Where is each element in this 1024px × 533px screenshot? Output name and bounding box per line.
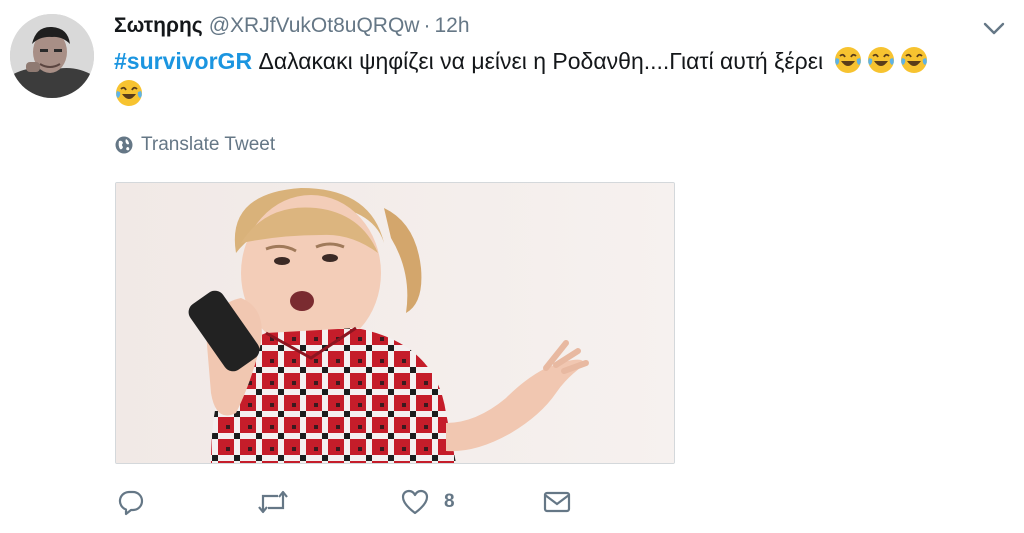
tweet-header: Σωτηρης @XRJfVukOt8uQRQw · 12h [114, 13, 470, 39]
envelope-icon [543, 491, 571, 513]
tweet-media-image[interactable] [115, 182, 675, 464]
globe-icon [115, 136, 133, 154]
chevron-down-icon[interactable] [982, 18, 1006, 38]
author-handle[interactable]: @XRJfVukOt8uQRQw [209, 14, 420, 37]
translate-tweet-link[interactable]: Translate Tweet [114, 134, 275, 156]
separator-dot: · [423, 14, 431, 37]
photo-girl-with-phone [116, 183, 674, 463]
translate-label: Translate Tweet [141, 134, 276, 155]
tweet-text: #survivorGR Δαλακακι ψηφίζει να μείνει η… [114, 45, 1014, 111]
like-button[interactable]: 8 [400, 486, 455, 518]
hashtag-link[interactable]: #survivorGR [114, 48, 252, 74]
like-count: 8 [444, 491, 455, 512]
face-with-tears-of-joy-icon [899, 45, 929, 75]
avatar-photo [10, 14, 94, 98]
retweet-button[interactable] [256, 486, 290, 518]
face-with-tears-of-joy-icon [866, 45, 896, 75]
tweet: Σωτηρης @XRJfVukOt8uQRQw · 12h #survivorGR … [0, 0, 1024, 533]
face-with-tears-of-joy-icon [833, 45, 863, 75]
reply-icon [118, 490, 144, 516]
author-name[interactable]: Σωτηρης [114, 14, 203, 37]
heart-icon [401, 489, 429, 515]
retweet-icon [258, 490, 288, 514]
timestamp[interactable]: 12h [434, 14, 469, 37]
face-with-tears-of-joy-icon [114, 78, 144, 108]
tweet-body-text: Δαλακακι ψηφίζει να μείνει η Ροδανθη....… [252, 48, 824, 74]
reply-button[interactable] [116, 486, 146, 518]
avatar[interactable] [10, 14, 94, 98]
direct-message-button[interactable] [542, 486, 572, 518]
